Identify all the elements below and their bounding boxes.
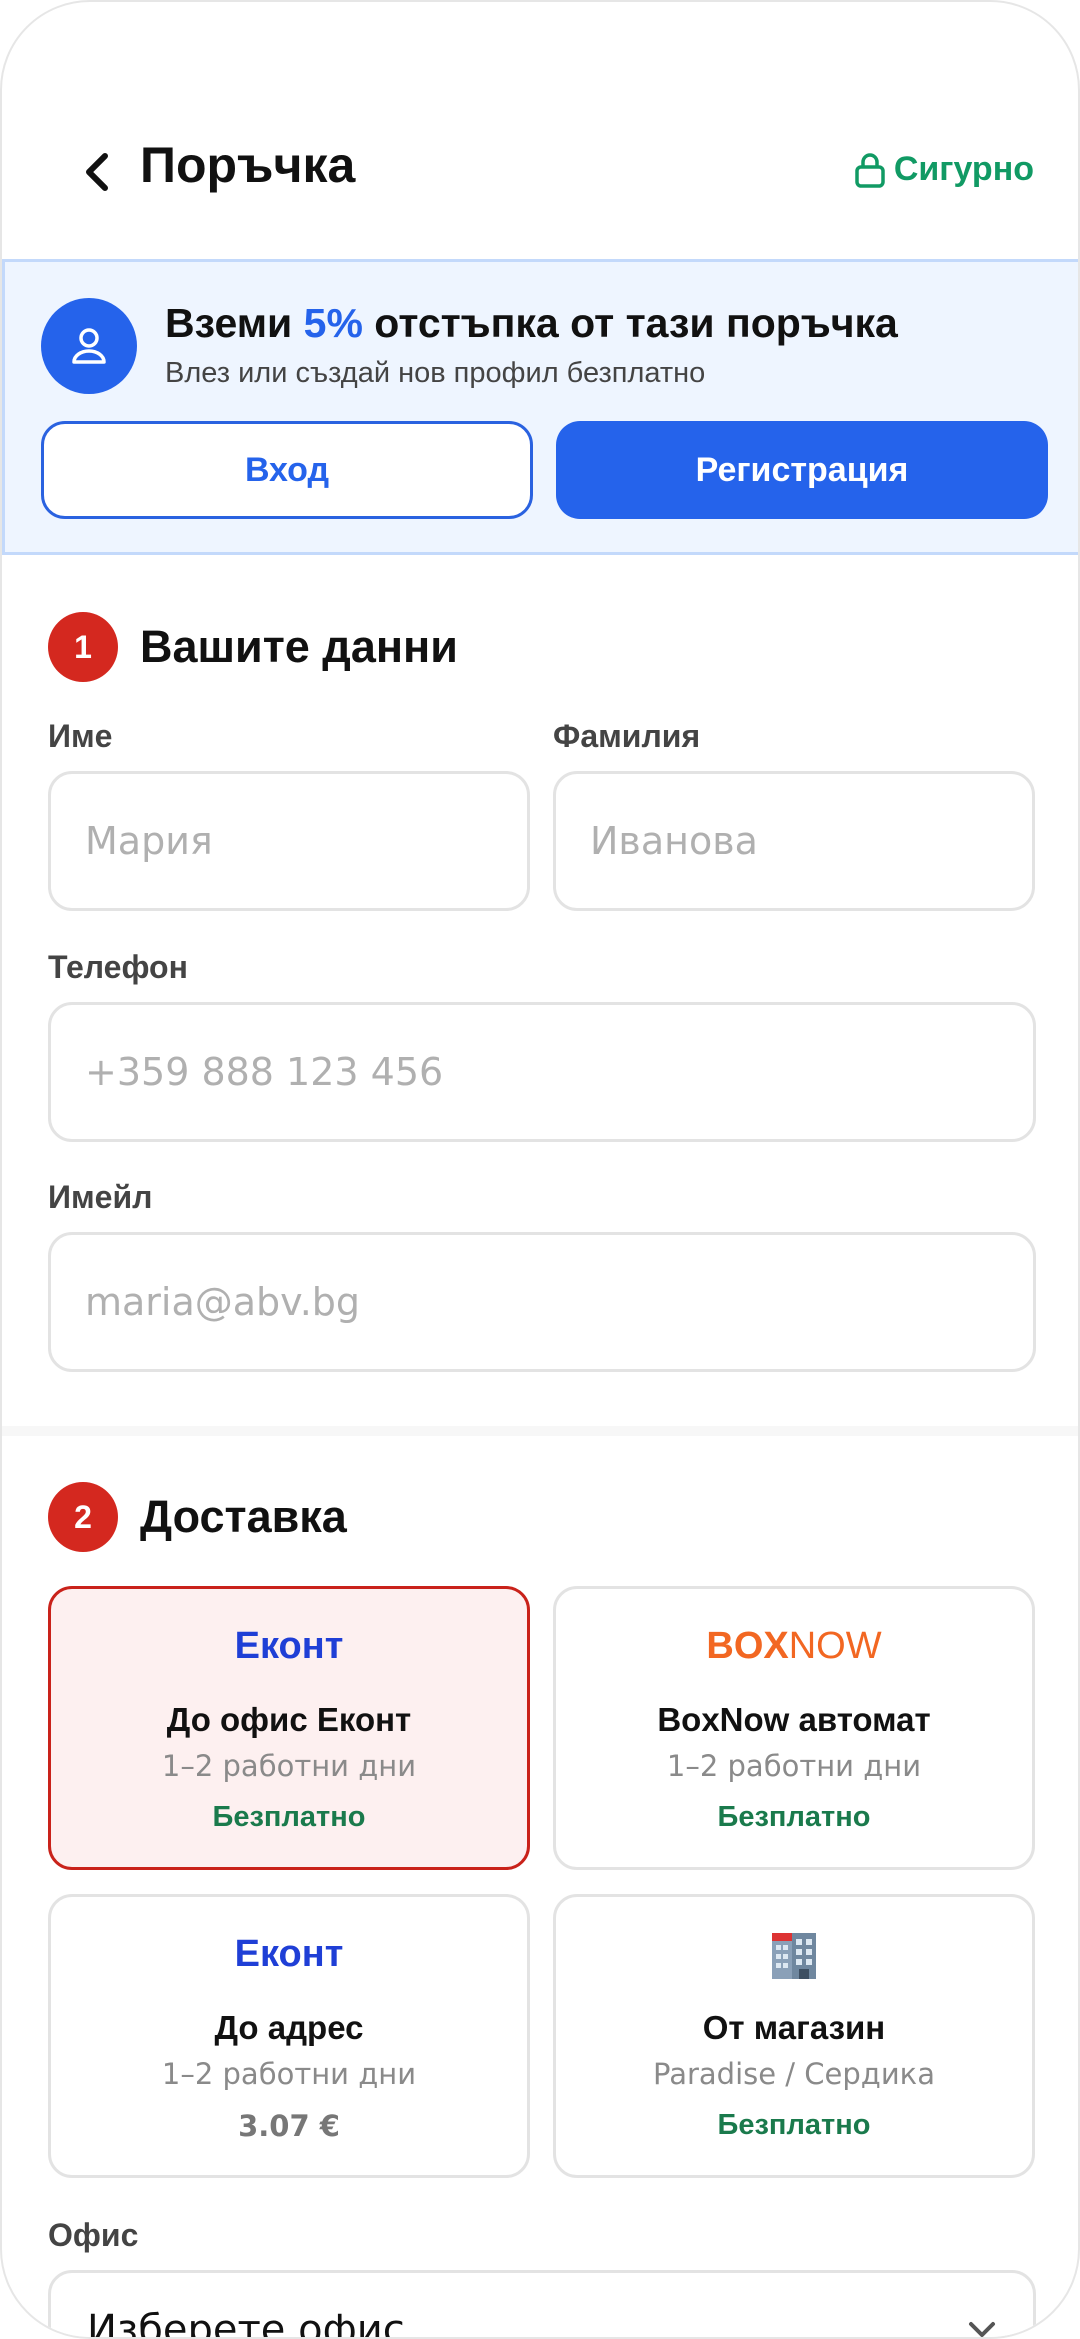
delivery-option-price: Безплатно: [717, 1801, 871, 1833]
email-input[interactable]: [85, 1280, 999, 1324]
login-button[interactable]: Вход: [41, 421, 533, 519]
phone-input[interactable]: [85, 1050, 999, 1094]
first-name-field[interactable]: [48, 771, 530, 911]
step-badge: 2: [48, 1482, 118, 1552]
secure-label: Сигурно: [893, 150, 1034, 188]
delivery-option-store-pickup[interactable]: От магазин Paradise / Сердика Безплатно: [553, 1894, 1035, 2178]
phone-label: Телефон: [48, 949, 188, 985]
secure-indicator: Сигурно: [854, 150, 1034, 189]
page-title: Поръчка: [140, 137, 356, 193]
header: Поръчка Сигурно: [2, 122, 1078, 222]
discount-title: Вземи 5% отстъпка от тази поръчка: [165, 300, 898, 346]
delivery-option-time: 1–2 работни дни: [161, 2057, 417, 2091]
delivery-option-price: 3.07 €: [238, 2109, 340, 2143]
last-name-label: Фамилия: [553, 718, 701, 754]
delivery-option-location: Paradise / Сердика: [653, 2057, 935, 2091]
first-name-label: Име: [48, 718, 113, 754]
user-icon: [41, 298, 137, 394]
office-select-value: Изберете офис: [87, 2307, 405, 2339]
delivery-option-time: 1–2 работни дни: [666, 1749, 922, 1783]
phone-field[interactable]: [48, 1002, 1036, 1142]
section-personal-heading: 1 Вашите данни: [48, 612, 458, 682]
delivery-option-econt-office[interactable]: Еконт До офис Еконт 1–2 работни дни Безп…: [48, 1586, 530, 1870]
lock-icon: [855, 152, 885, 188]
delivery-option-name: До адрес: [214, 2009, 364, 2046]
discount-subtitle: Влез или създай нов профил безплатно: [165, 357, 706, 389]
step-badge: 1: [48, 612, 118, 682]
delivery-option-price: Безплатно: [212, 1801, 366, 1833]
back-button[interactable]: [68, 144, 124, 200]
delivery-option-econt-address[interactable]: Еконт До адрес 1–2 работни дни 3.07 €: [48, 1894, 530, 2178]
register-button[interactable]: Регистрация: [556, 421, 1048, 519]
delivery-option-price: Безплатно: [717, 2109, 871, 2141]
section-title: Вашите данни: [140, 621, 458, 672]
econt-logo: Еконт: [234, 1625, 344, 1667]
office-label: Офис: [48, 2217, 139, 2253]
delivery-option-time: 1–2 работни дни: [161, 1749, 417, 1783]
boxnow-logo: BOXNOW: [706, 1625, 882, 1667]
last-name-field[interactable]: [553, 771, 1035, 911]
office-select[interactable]: Изберете офис: [48, 2270, 1036, 2339]
chevron-down-icon: [969, 2322, 995, 2337]
delivery-option-name: От магазин: [702, 2009, 886, 2046]
chevron-left-icon: [86, 153, 108, 191]
building-icon: [556, 1929, 1032, 1991]
section-delivery-heading: 2 Доставка: [48, 1482, 347, 1552]
delivery-option-name: До офис Еконт: [166, 1701, 412, 1738]
delivery-option-name: BoxNow автомат: [657, 1701, 931, 1738]
section-divider: [2, 1426, 1078, 1436]
email-label: Имейл: [48, 1179, 153, 1215]
first-name-input[interactable]: [85, 819, 493, 863]
discount-percent: 5%: [303, 300, 363, 346]
econt-logo: Еконт: [234, 1933, 344, 1975]
phone-screen: Поръчка Сигурно Вземи 5% отстъпка от таз…: [0, 0, 1080, 2339]
email-field[interactable]: [48, 1232, 1036, 1372]
discount-banner: Вземи 5% отстъпка от тази поръчка Влез и…: [2, 259, 1078, 555]
section-title: Доставка: [140, 1491, 347, 1542]
delivery-option-boxnow[interactable]: BOXNOW BoxNow автомат 1–2 работни дни Бе…: [553, 1586, 1035, 1870]
last-name-input[interactable]: [590, 819, 998, 863]
